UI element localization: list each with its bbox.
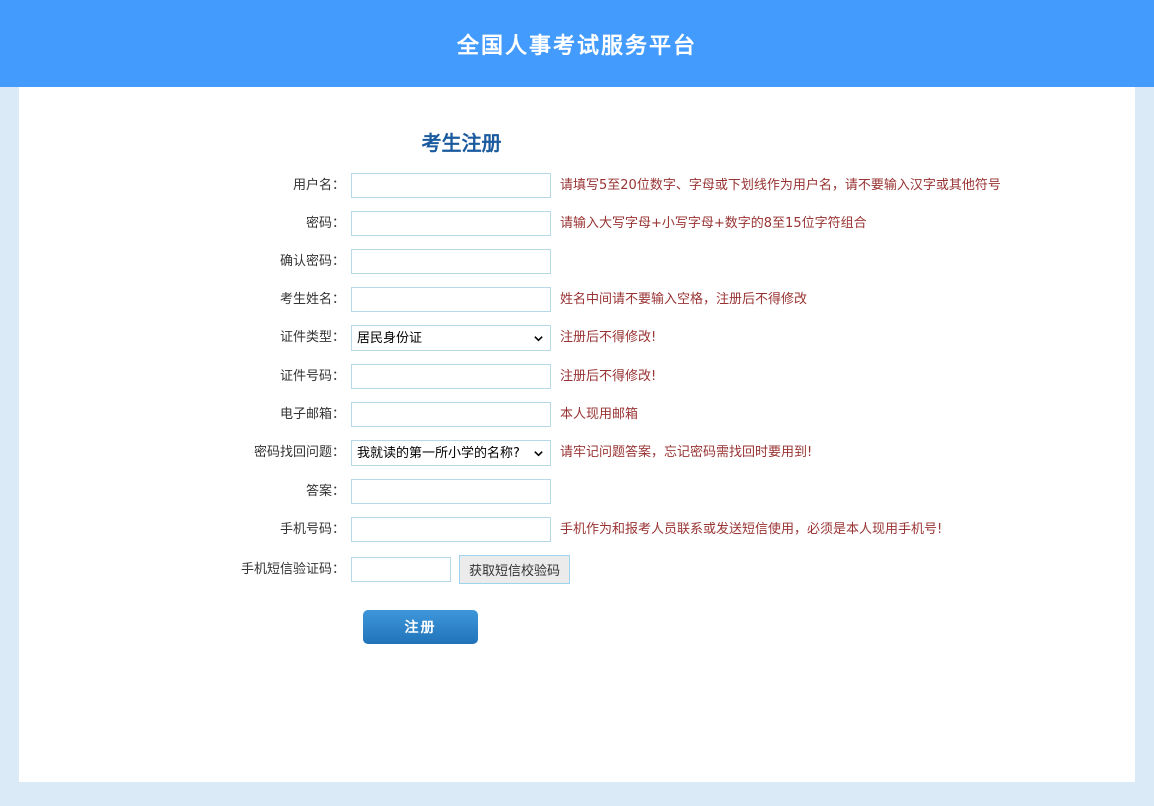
app-header: 全国人事考试服务平台 (0, 0, 1154, 87)
mobile-hint: 手机作为和报考人员联系或发送短信使用，必须是本人现用手机号! (560, 517, 942, 542)
id-number-input[interactable] (351, 364, 551, 389)
register-button[interactable]: 注册 (363, 610, 478, 644)
registration-form: 用户名： 请填写5至20位数字、字母或下划线作为用户名，请不要输入汉字或其他符号… (19, 173, 1135, 644)
form-row-candidate-name: 考生姓名： 姓名中间请不要输入空格，注册后不得修改 (19, 287, 1135, 312)
form-row-email: 电子邮箱： 本人现用邮箱 (19, 402, 1135, 427)
password-label: 密码： (19, 211, 351, 236)
id-type-hint: 注册后不得修改! (560, 325, 656, 350)
id-number-label: 证件号码： (19, 364, 351, 389)
security-question-label: 密码找回问题： (19, 440, 351, 465)
get-sms-code-button[interactable]: 获取短信校验码 (459, 555, 570, 584)
mobile-input[interactable] (351, 517, 551, 542)
form-row-confirm-password: 确认密码： (19, 249, 1135, 274)
security-question-select-wrap: 我就读的第一所小学的名称? (351, 440, 551, 466)
username-label: 用户名： (19, 173, 351, 198)
password-input[interactable] (351, 211, 551, 236)
sms-code-input[interactable] (351, 557, 451, 582)
form-row-id-number: 证件号码： 注册后不得修改! (19, 364, 1135, 389)
form-row-id-type: 证件类型： 居民身份证 注册后不得修改! (19, 325, 1135, 351)
form-row-sms-code: 手机短信验证码： 获取短信校验码 (19, 555, 1135, 584)
form-row-answer: 答案： (19, 479, 1135, 504)
email-label: 电子邮箱： (19, 402, 351, 427)
candidate-name-hint: 姓名中间请不要输入空格，注册后不得修改 (560, 287, 807, 312)
id-number-hint: 注册后不得修改! (560, 364, 656, 389)
id-type-label: 证件类型： (19, 325, 351, 350)
email-hint: 本人现用邮箱 (560, 402, 638, 427)
security-question-select[interactable]: 我就读的第一所小学的名称? (351, 440, 551, 466)
candidate-name-input[interactable] (351, 287, 551, 312)
id-type-select-wrap: 居民身份证 (351, 325, 551, 351)
mobile-label: 手机号码： (19, 517, 351, 542)
sms-code-label: 手机短信验证码： (19, 557, 351, 582)
answer-input[interactable] (351, 479, 551, 504)
app-title: 全国人事考试服务平台 (457, 28, 697, 60)
form-row-security-question: 密码找回问题： 我就读的第一所小学的名称? 请牢记问题答案，忘记密码需找回时要用… (19, 440, 1135, 466)
confirm-password-input[interactable] (351, 249, 551, 274)
form-row-username: 用户名： 请填写5至20位数字、字母或下划线作为用户名，请不要输入汉字或其他符号 (19, 173, 1135, 198)
candidate-name-label: 考生姓名： (19, 287, 351, 312)
form-title: 考生注册 (349, 127, 574, 156)
content-panel: 考生注册 用户名： 请填写5至20位数字、字母或下划线作为用户名，请不要输入汉字… (19, 87, 1135, 782)
username-input[interactable] (351, 173, 551, 198)
answer-label: 答案： (19, 479, 351, 504)
id-type-select[interactable]: 居民身份证 (351, 325, 551, 351)
form-row-mobile: 手机号码： 手机作为和报考人员联系或发送短信使用，必须是本人现用手机号! (19, 517, 1135, 542)
password-hint: 请输入大写字母+小写字母+数字的8至15位字符组合 (560, 211, 867, 236)
form-row-password: 密码： 请输入大写字母+小写字母+数字的8至15位字符组合 (19, 211, 1135, 236)
email-input[interactable] (351, 402, 551, 427)
confirm-password-label: 确认密码： (19, 249, 351, 274)
security-question-hint: 请牢记问题答案，忘记密码需找回时要用到! (560, 440, 812, 465)
username-hint: 请填写5至20位数字、字母或下划线作为用户名，请不要输入汉字或其他符号 (560, 173, 1001, 198)
